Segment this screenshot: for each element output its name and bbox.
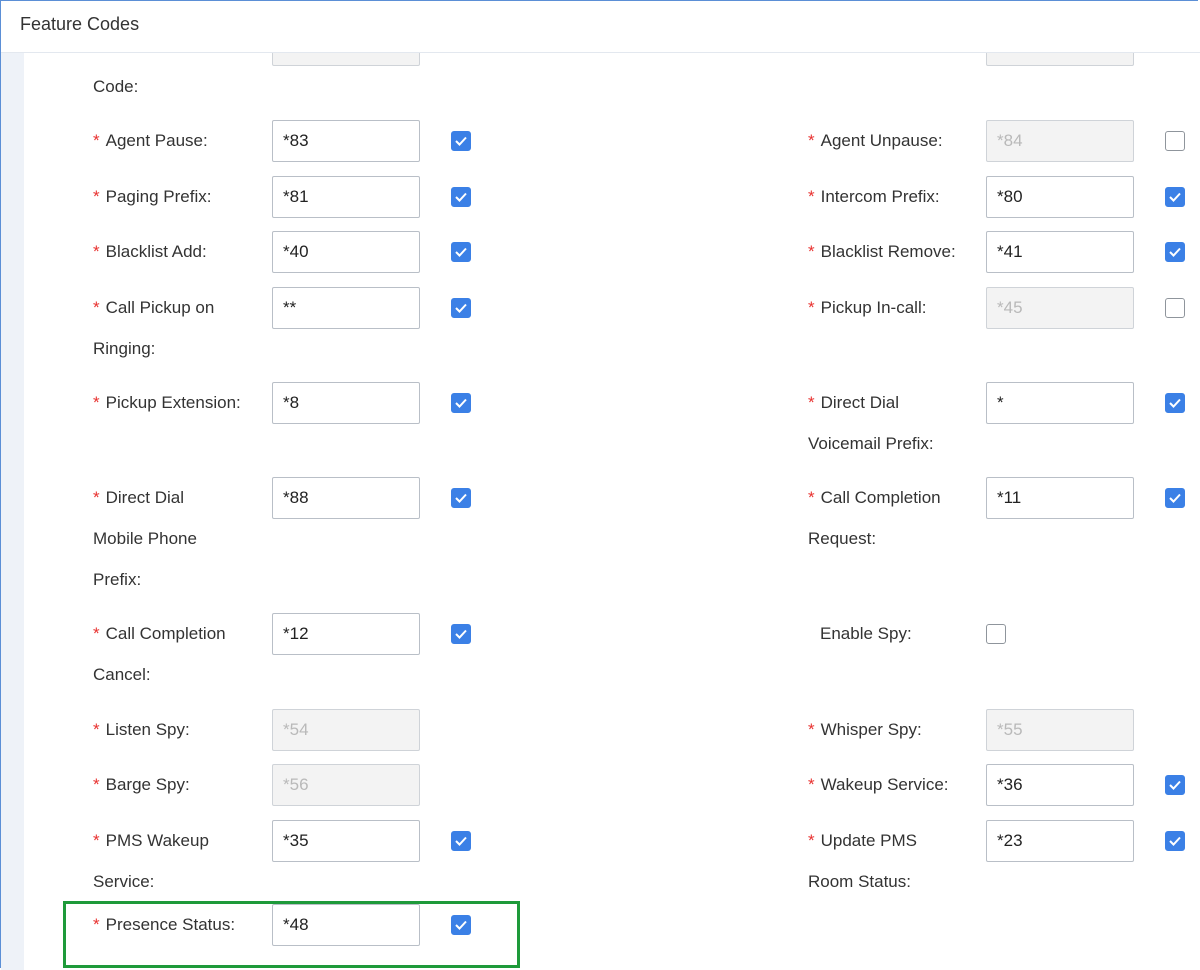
window-frame — [0, 0, 1198, 968]
